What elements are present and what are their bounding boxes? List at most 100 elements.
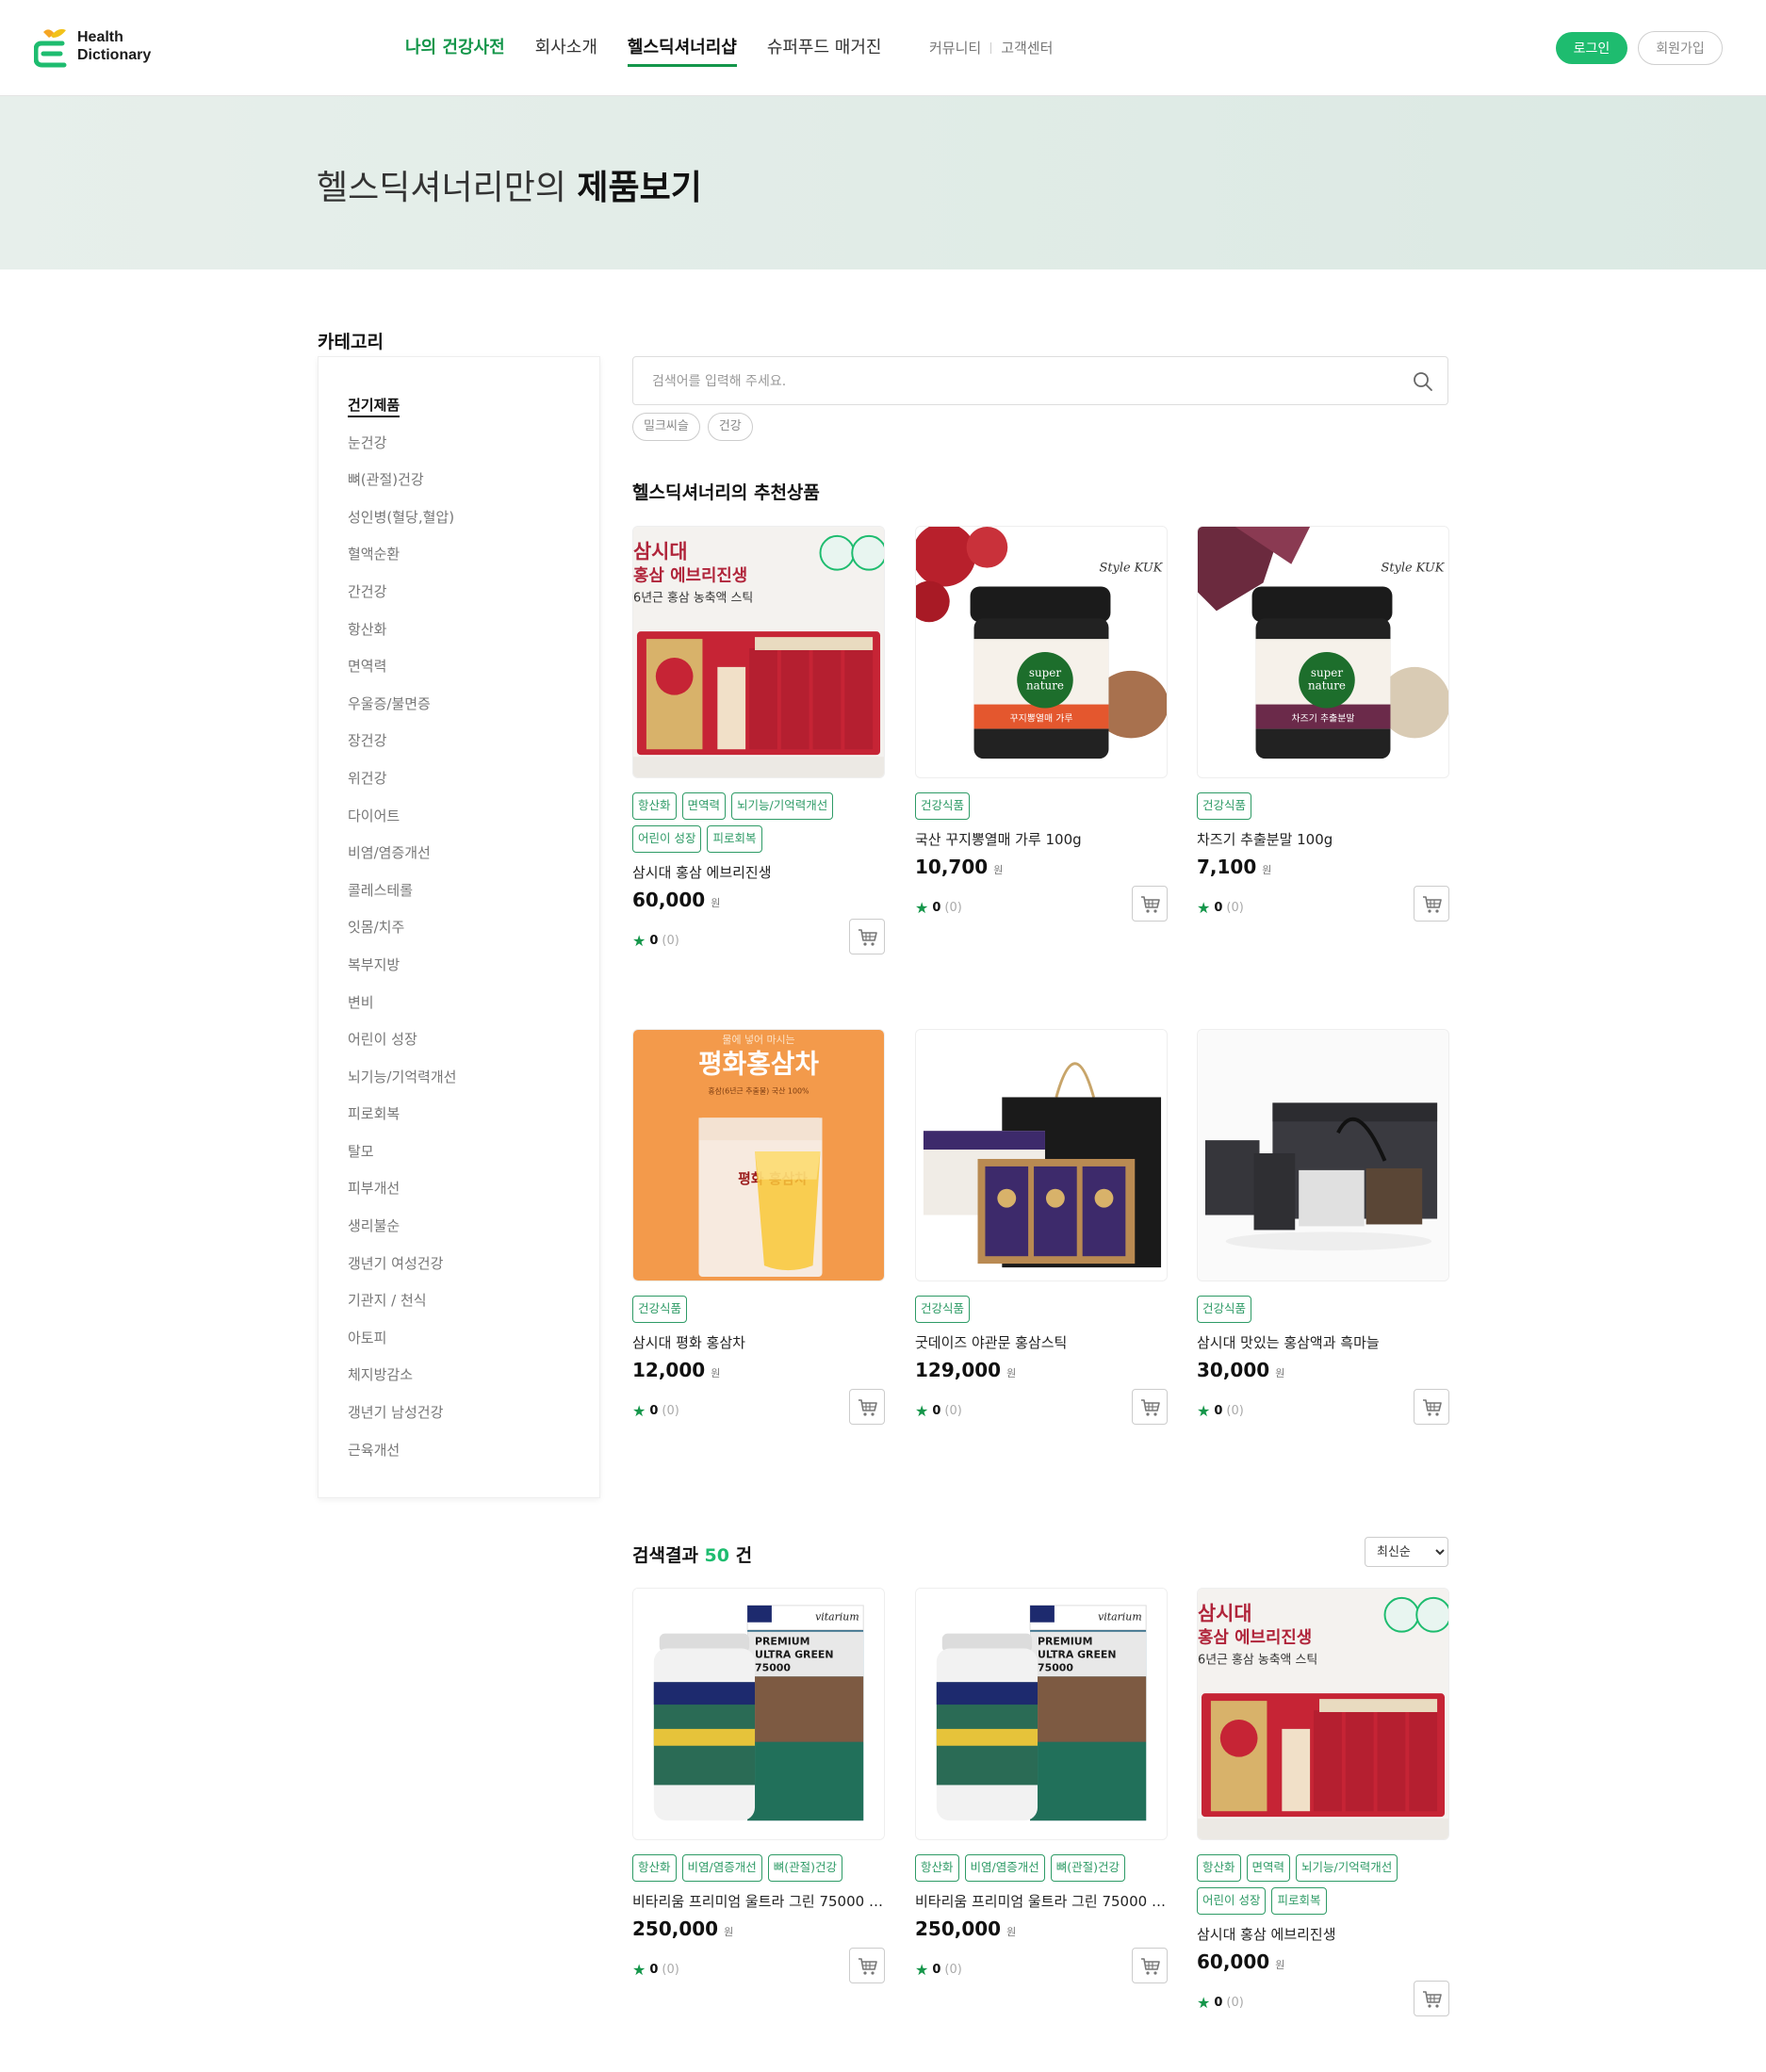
sidebar-item-3[interactable]: 성인병(혈당,혈압)	[348, 507, 456, 545]
sidebar-item-26[interactable]: 체지방감소	[348, 1364, 456, 1402]
add-to-cart-button[interactable]	[1414, 1389, 1449, 1425]
product-image-giftbox[interactable]	[916, 1030, 1167, 1281]
sidebar-item-24[interactable]: 기관지 / 천식	[348, 1290, 456, 1328]
add-to-cart-button[interactable]	[849, 919, 885, 954]
product-image-supplement[interactable]: vitarium PREMIUM ULTRA GREEN 75000	[916, 1589, 1167, 1839]
sidebar-item-25[interactable]: 아토피	[348, 1328, 456, 1365]
add-to-cart-button[interactable]	[1132, 1389, 1168, 1425]
product-name[interactable]: 국산 꾸지뽕열매 가루 100g	[915, 829, 1168, 849]
keyword-chip[interactable]: 건강	[707, 413, 753, 441]
nav-shop[interactable]: 헬스딕셔너리샵	[627, 34, 737, 67]
product-thumbnail[interactable]: 삼시대 홍삼 에브리진생 6년근 홍삼 농축액 스틱	[632, 526, 885, 778]
sidebar-item-8[interactable]: 우울증/불면증	[348, 693, 456, 731]
nav-customer-center[interactable]: 고객센터	[1001, 38, 1053, 57]
product-name[interactable]: 삼시대 홍삼 에브리진생	[632, 862, 885, 882]
product-name[interactable]: 굿데이즈 야관문 홍삼스틱	[915, 1332, 1168, 1352]
product-image-supplement[interactable]: vitarium PREMIUM ULTRA GREEN 75000	[633, 1589, 884, 1839]
sidebar-item-6[interactable]: 항산화	[348, 619, 456, 657]
sidebar-item-21[interactable]: 피부개선	[348, 1178, 456, 1215]
product-tag[interactable]: 피로회복	[1271, 1887, 1327, 1915]
product-tag[interactable]: 어린이 성장	[632, 825, 702, 853]
product-name[interactable]: 삼시대 평화 홍삼차	[632, 1332, 885, 1352]
add-to-cart-button[interactable]	[849, 1389, 885, 1425]
add-to-cart-button[interactable]	[1132, 886, 1168, 922]
sidebar-item-10[interactable]: 위건강	[348, 768, 456, 806]
sidebar-item-16[interactable]: 변비	[348, 992, 456, 1030]
product-tag[interactable]: 면역력	[1246, 1854, 1291, 1882]
product-image-tea[interactable]: 물에 넣어 마시는 평화홍삼차 홍삼(6년근 추출물) 국산 100% 평화 홍…	[633, 1030, 884, 1281]
product-thumbnail[interactable]: Style KUK super nature 꾸지뽕열매 가루	[915, 526, 1168, 778]
product-image-powder-jar[interactable]: Style KUK super nature 꾸지뽕열매 가루	[916, 527, 1167, 777]
product-tag[interactable]: 건강식품	[915, 792, 971, 820]
product-thumbnail[interactable]: Style KUK super nature 차즈기 추출분말	[1197, 526, 1449, 778]
product-name[interactable]: 삼시대 홍삼 에브리진생	[1197, 1924, 1449, 1944]
sidebar-item-20[interactable]: 탈모	[348, 1141, 456, 1179]
sidebar-item-22[interactable]: 생리불순	[348, 1215, 456, 1253]
sort-select[interactable]: 최신순	[1365, 1537, 1448, 1567]
sidebar-item-28[interactable]: 근육개선	[348, 1440, 456, 1477]
product-name[interactable]: 비타리움 프리미엄 울트라 그린 75000 비...	[632, 1891, 885, 1911]
product-tag[interactable]: 항산화	[632, 1854, 677, 1882]
site-logo[interactable]: Health Dictionary	[34, 24, 166, 70]
product-tag[interactable]: 뼈(관절)건강	[1050, 1854, 1125, 1882]
sidebar-item-1[interactable]: 눈건강	[348, 432, 456, 470]
product-name[interactable]: 차즈기 추출분말 100g	[1197, 829, 1449, 849]
product-tag[interactable]: 뼈(관절)건강	[767, 1854, 842, 1882]
product-tag[interactable]: 건강식품	[632, 1296, 688, 1323]
product-thumbnail[interactable]	[1197, 1029, 1449, 1281]
nav-my-dictionary[interactable]: 나의 건강사전	[405, 34, 505, 67]
product-image-ginseng[interactable]: 삼시대 홍삼 에브리진생 6년근 홍삼 농축액 스틱	[1198, 1589, 1448, 1839]
sidebar-item-7[interactable]: 면역력	[348, 656, 456, 693]
product-tag[interactable]: 비염/염증개선	[681, 1854, 762, 1882]
sidebar-item-18[interactable]: 뇌기능/기억력개선	[348, 1067, 456, 1104]
search-icon[interactable]	[1412, 370, 1434, 393]
product-thumbnail[interactable]: vitarium PREMIUM ULTRA GREEN 75000	[632, 1588, 885, 1840]
search-input[interactable]	[652, 368, 1387, 395]
nav-company[interactable]: 회사소개	[535, 34, 597, 67]
sidebar-item-23[interactable]: 갱년기 여성건강	[348, 1253, 456, 1291]
sidebar-item-0[interactable]: 건기제품	[348, 395, 456, 432]
product-tag[interactable]: 항산화	[632, 792, 677, 820]
sidebar-item-11[interactable]: 다이어트	[348, 806, 456, 843]
product-tag[interactable]: 뇌기능/기억력개선	[1296, 1854, 1398, 1882]
product-tag[interactable]: 피로회복	[707, 825, 762, 853]
sidebar-item-2[interactable]: 뼈(관절)건강	[348, 469, 456, 507]
product-name[interactable]: 비타리움 프리미엄 울트라 그린 75000 비...	[915, 1891, 1168, 1911]
sidebar-item-27[interactable]: 갱년기 남성건강	[348, 1402, 456, 1440]
product-thumbnail[interactable]: vitarium PREMIUM ULTRA GREEN 75000	[915, 1588, 1168, 1840]
product-name[interactable]: 삼시대 맛있는 홍삼액과 흑마늘	[1197, 1332, 1449, 1352]
product-tag[interactable]: 뇌기능/기억력개선	[731, 792, 834, 820]
add-to-cart-button[interactable]	[1414, 1981, 1449, 2016]
sidebar-item-14[interactable]: 잇몸/치주	[348, 917, 456, 954]
product-tag[interactable]: 어린이 성장	[1197, 1887, 1267, 1915]
product-image-powder-jar[interactable]: Style KUK super nature 차즈기 추출분말	[1198, 527, 1448, 777]
keyword-chip[interactable]: 밀크씨슬	[632, 413, 700, 441]
product-image-ginseng[interactable]: 삼시대 홍삼 에브리진생 6년근 홍삼 농축액 스틱	[633, 527, 884, 777]
product-tag[interactable]: 건강식품	[1197, 792, 1252, 820]
product-tag[interactable]: 항산화	[1197, 1854, 1241, 1882]
sidebar-item-9[interactable]: 장건강	[348, 730, 456, 768]
product-thumbnail[interactable]: 물에 넣어 마시는 평화홍삼차 홍삼(6년근 추출물) 국산 100% 평화 홍…	[632, 1029, 885, 1281]
login-button[interactable]: 로그인	[1556, 32, 1627, 64]
add-to-cart-button[interactable]	[1132, 1948, 1168, 1983]
product-tag[interactable]: 비염/염증개선	[964, 1854, 1045, 1882]
product-tag[interactable]: 건강식품	[915, 1296, 971, 1323]
product-tag[interactable]: 면역력	[681, 792, 727, 820]
sidebar-item-4[interactable]: 혈액순환	[348, 544, 456, 581]
product-tag[interactable]: 건강식품	[1197, 1296, 1252, 1323]
product-tag[interactable]: 항산화	[915, 1854, 959, 1882]
product-thumbnail[interactable]: 삼시대 홍삼 에브리진생 6년근 홍삼 농축액 스틱	[1197, 1588, 1449, 1840]
product-thumbnail[interactable]	[915, 1029, 1168, 1281]
nav-community[interactable]: 커뮤니티	[929, 38, 981, 57]
add-to-cart-button[interactable]	[849, 1948, 885, 1983]
sidebar-item-5[interactable]: 간건강	[348, 581, 456, 619]
sidebar-item-15[interactable]: 복부지방	[348, 954, 456, 992]
add-to-cart-button[interactable]	[1414, 886, 1449, 922]
nav-magazine[interactable]: 슈퍼푸드 매거진	[767, 34, 882, 67]
product-image-giftbox[interactable]	[1198, 1030, 1448, 1281]
signup-button[interactable]: 회원가입	[1638, 31, 1723, 65]
sidebar-item-13[interactable]: 콜레스테롤	[348, 880, 456, 918]
sidebar-item-19[interactable]: 피로회복	[348, 1103, 456, 1141]
sidebar-item-12[interactable]: 비염/염증개선	[348, 842, 456, 880]
sidebar-item-17[interactable]: 어린이 성장	[348, 1029, 456, 1067]
